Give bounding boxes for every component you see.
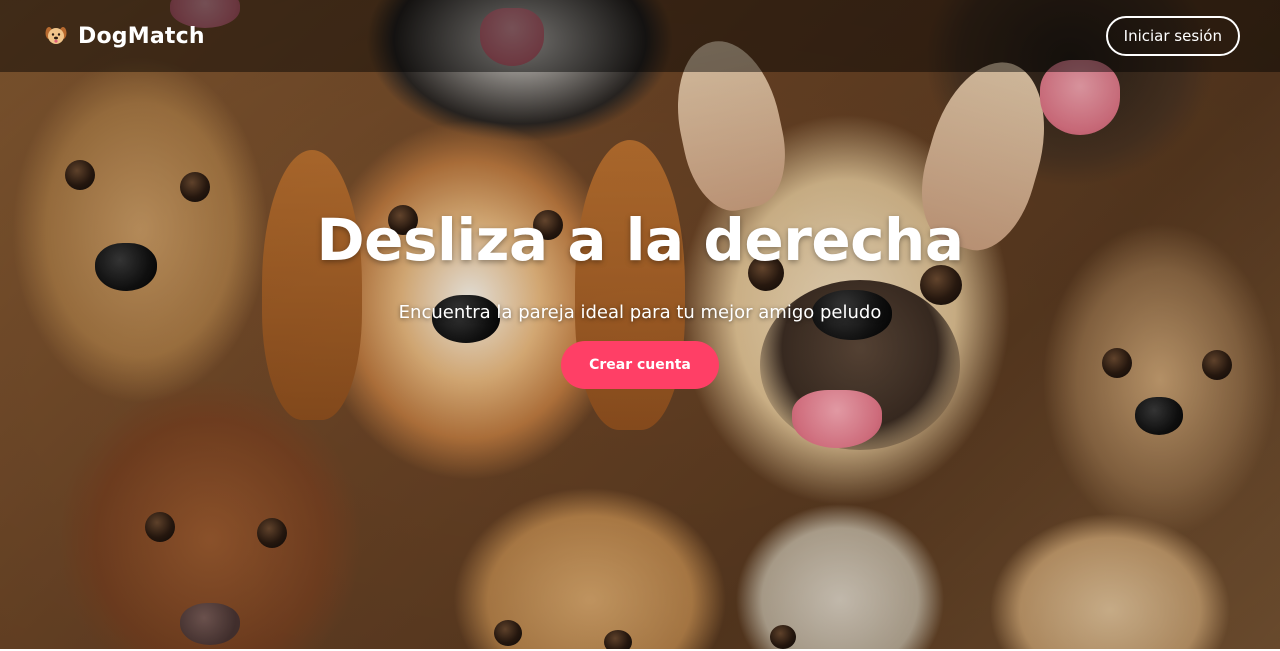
hero-section: DogMatch Iniciar sesión Desliza a la der… — [0, 0, 1280, 651]
create-account-button[interactable]: Crear cuenta — [561, 341, 719, 389]
brand-name: DogMatch — [78, 23, 205, 49]
hero-title: Desliza a la derecha — [316, 206, 964, 274]
top-navbar: DogMatch Iniciar sesión — [0, 0, 1280, 72]
hero-content: Desliza a la derecha Encuentra la pareja… — [0, 200, 1280, 389]
hero-subtitle: Encuentra la pareja ideal para tu mejor … — [398, 302, 882, 323]
brand-logo[interactable]: DogMatch — [44, 24, 205, 49]
dog-face-icon — [44, 24, 68, 48]
login-button[interactable]: Iniciar sesión — [1105, 16, 1240, 56]
